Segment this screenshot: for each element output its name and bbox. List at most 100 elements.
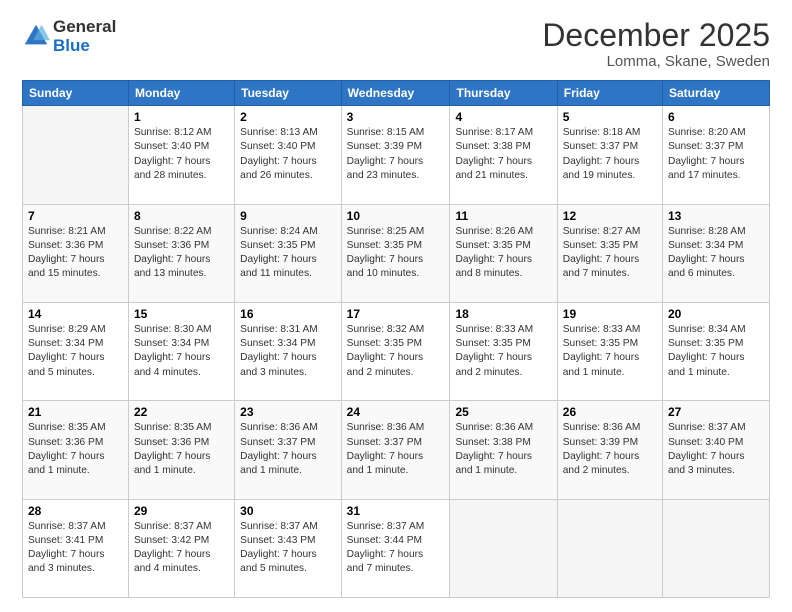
day-info: Sunrise: 8:18 AMSunset: 3:37 PMDaylight:… bbox=[563, 126, 657, 183]
day-info: Sunrise: 8:36 AMSunset: 3:38 PMDaylight:… bbox=[455, 421, 551, 478]
calendar-cell bbox=[23, 106, 129, 204]
calendar-cell: 7Sunrise: 8:21 AMSunset: 3:36 PMDaylight… bbox=[23, 204, 129, 302]
col-wednesday: Wednesday bbox=[341, 81, 450, 106]
day-info: Sunrise: 8:12 AMSunset: 3:40 PMDaylight:… bbox=[134, 126, 229, 183]
day-number: 25 bbox=[455, 405, 551, 419]
calendar-cell: 23 Sunrise: 8:36 AMSunset: 3:37 PMDayligh… bbox=[235, 401, 342, 499]
calendar-cell: 18 Sunrise: 8:33 AMSunset: 3:35 PMDayligh… bbox=[450, 302, 557, 400]
calendar-cell: 3 Sunrise: 8:15 AMSunset: 3:39 PMDaylight… bbox=[341, 106, 450, 204]
day-info: Sunrise: 8:26 AMSunset: 3:35 PMDaylight:… bbox=[455, 225, 551, 282]
day-info: Sunrise: 8:36 AMSunset: 3:39 PMDaylight:… bbox=[563, 421, 657, 478]
col-sunday: Sunday bbox=[23, 81, 129, 106]
calendar-table: Sunday Monday Tuesday Wednesday Thursday… bbox=[22, 80, 770, 598]
day-info: Sunrise: 8:37 AMSunset: 3:44 PMDaylight:… bbox=[347, 520, 445, 577]
logo-blue-text: Blue bbox=[53, 37, 116, 56]
day-info: Sunrise: 8:36 AMSunset: 3:37 PMDaylight:… bbox=[240, 421, 336, 478]
day-info: Sunrise: 8:34 AMSunset: 3:35 PMDaylight:… bbox=[668, 323, 764, 380]
calendar-week-row: 1 Sunrise: 8:12 AMSunset: 3:40 PMDaylight… bbox=[23, 106, 770, 204]
calendar-cell: 16 Sunrise: 8:31 AMSunset: 3:34 PMDayligh… bbox=[235, 302, 342, 400]
calendar-cell: 28Sunrise: 8:37 AMSunset: 3:41 PMDayligh… bbox=[23, 499, 129, 597]
day-info: Sunrise: 8:31 AMSunset: 3:34 PMDaylight:… bbox=[240, 323, 336, 380]
day-number: 9 bbox=[240, 209, 336, 223]
calendar-cell: 1 Sunrise: 8:12 AMSunset: 3:40 PMDaylight… bbox=[128, 106, 234, 204]
day-number: 31 bbox=[347, 504, 445, 518]
logo: General Blue bbox=[22, 18, 116, 55]
day-info: Sunrise: 8:30 AMSunset: 3:34 PMDaylight:… bbox=[134, 323, 229, 380]
day-number: 26 bbox=[563, 405, 657, 419]
day-number: 22 bbox=[134, 405, 229, 419]
calendar-cell: 30 Sunrise: 8:37 AMSunset: 3:43 PMDayligh… bbox=[235, 499, 342, 597]
title-block: December 2025 Lomma, Skane, Sweden bbox=[542, 18, 770, 70]
day-number: 27 bbox=[668, 405, 764, 419]
day-number: 6 bbox=[668, 110, 764, 124]
calendar-cell: 22Sunrise: 8:35 AMSunset: 3:36 PMDayligh… bbox=[128, 401, 234, 499]
day-number: 12 bbox=[563, 209, 657, 223]
calendar-cell: 15 Sunrise: 8:30 AMSunset: 3:34 PMDayligh… bbox=[128, 302, 234, 400]
day-info: Sunrise: 8:37 AMSunset: 3:43 PMDaylight:… bbox=[240, 520, 336, 577]
calendar-cell: 10 Sunrise: 8:25 AMSunset: 3:35 PMDayligh… bbox=[341, 204, 450, 302]
calendar-cell: 29 Sunrise: 8:37 AMSunset: 3:42 PMDayligh… bbox=[128, 499, 234, 597]
logo-icon bbox=[22, 22, 50, 50]
day-number: 29 bbox=[134, 504, 229, 518]
calendar-cell: 19Sunrise: 8:33 AMSunset: 3:35 PMDayligh… bbox=[557, 302, 662, 400]
calendar-cell: 6 Sunrise: 8:20 AMSunset: 3:37 PMDaylight… bbox=[663, 106, 770, 204]
day-info: Sunrise: 8:13 AMSunset: 3:40 PMDaylight:… bbox=[240, 126, 336, 183]
day-number: 15 bbox=[134, 307, 229, 321]
calendar-cell: 12 Sunrise: 8:27 AMSunset: 3:35 PMDayligh… bbox=[557, 204, 662, 302]
day-number: 24 bbox=[347, 405, 445, 419]
day-number: 19 bbox=[563, 307, 657, 321]
calendar-cell: 5 Sunrise: 8:18 AMSunset: 3:37 PMDaylight… bbox=[557, 106, 662, 204]
day-info: Sunrise: 8:22 AMSunset: 3:36 PMDaylight:… bbox=[134, 225, 229, 282]
day-number: 13 bbox=[668, 209, 764, 223]
calendar-cell: 24 Sunrise: 8:36 AMSunset: 3:37 PMDayligh… bbox=[341, 401, 450, 499]
calendar-cell: 4Sunrise: 8:17 AMSunset: 3:38 PMDaylight… bbox=[450, 106, 557, 204]
calendar-header-row: Sunday Monday Tuesday Wednesday Thursday… bbox=[23, 81, 770, 106]
calendar-week-row: 21Sunrise: 8:35 AMSunset: 3:36 PMDayligh… bbox=[23, 401, 770, 499]
day-number: 14 bbox=[28, 307, 123, 321]
day-number: 5 bbox=[563, 110, 657, 124]
day-number: 1 bbox=[134, 110, 229, 124]
day-number: 18 bbox=[455, 307, 551, 321]
calendar-cell: 2Sunrise: 8:13 AMSunset: 3:40 PMDaylight… bbox=[235, 106, 342, 204]
day-number: 4 bbox=[455, 110, 551, 124]
day-number: 23 bbox=[240, 405, 336, 419]
day-number: 20 bbox=[668, 307, 764, 321]
day-info: Sunrise: 8:29 AMSunset: 3:34 PMDaylight:… bbox=[28, 323, 123, 380]
calendar-week-row: 14 Sunrise: 8:29 AMSunset: 3:34 PMDayligh… bbox=[23, 302, 770, 400]
calendar-cell: 9Sunrise: 8:24 AMSunset: 3:35 PMDaylight… bbox=[235, 204, 342, 302]
calendar-cell: 20 Sunrise: 8:34 AMSunset: 3:35 PMDayligh… bbox=[663, 302, 770, 400]
calendar-cell: 21Sunrise: 8:35 AMSunset: 3:36 PMDayligh… bbox=[23, 401, 129, 499]
day-info: Sunrise: 8:32 AMSunset: 3:35 PMDaylight:… bbox=[347, 323, 445, 380]
calendar-cell bbox=[450, 499, 557, 597]
day-info: Sunrise: 8:36 AMSunset: 3:37 PMDaylight:… bbox=[347, 421, 445, 478]
calendar-cell: 31 Sunrise: 8:37 AMSunset: 3:44 PMDayligh… bbox=[341, 499, 450, 597]
day-info: Sunrise: 8:15 AMSunset: 3:39 PMDaylight:… bbox=[347, 126, 445, 183]
col-tuesday: Tuesday bbox=[235, 81, 342, 106]
col-thursday: Thursday bbox=[450, 81, 557, 106]
day-info: Sunrise: 8:27 AMSunset: 3:35 PMDaylight:… bbox=[563, 225, 657, 282]
logo-general-text: General bbox=[53, 18, 116, 37]
day-number: 10 bbox=[347, 209, 445, 223]
day-info: Sunrise: 8:25 AMSunset: 3:35 PMDaylight:… bbox=[347, 225, 445, 282]
calendar-cell: 26 Sunrise: 8:36 AMSunset: 3:39 PMDayligh… bbox=[557, 401, 662, 499]
day-number: 30 bbox=[240, 504, 336, 518]
calendar-cell: 11Sunrise: 8:26 AMSunset: 3:35 PMDayligh… bbox=[450, 204, 557, 302]
day-number: 8 bbox=[134, 209, 229, 223]
day-info: Sunrise: 8:37 AMSunset: 3:42 PMDaylight:… bbox=[134, 520, 229, 577]
day-info: Sunrise: 8:37 AMSunset: 3:40 PMDaylight:… bbox=[668, 421, 764, 478]
logo-text: General Blue bbox=[53, 18, 116, 55]
calendar-week-row: 7Sunrise: 8:21 AMSunset: 3:36 PMDaylight… bbox=[23, 204, 770, 302]
day-info: Sunrise: 8:20 AMSunset: 3:37 PMDaylight:… bbox=[668, 126, 764, 183]
calendar-week-row: 28Sunrise: 8:37 AMSunset: 3:41 PMDayligh… bbox=[23, 499, 770, 597]
day-number: 21 bbox=[28, 405, 123, 419]
calendar-cell bbox=[663, 499, 770, 597]
day-number: 28 bbox=[28, 504, 123, 518]
header: General Blue December 2025 Lomma, Skane,… bbox=[22, 18, 770, 70]
day-info: Sunrise: 8:21 AMSunset: 3:36 PMDaylight:… bbox=[28, 225, 123, 282]
day-info: Sunrise: 8:33 AMSunset: 3:35 PMDaylight:… bbox=[455, 323, 551, 380]
calendar-cell: 13Sunrise: 8:28 AMSunset: 3:34 PMDayligh… bbox=[663, 204, 770, 302]
col-friday: Friday bbox=[557, 81, 662, 106]
day-number: 16 bbox=[240, 307, 336, 321]
calendar-cell: 17Sunrise: 8:32 AMSunset: 3:35 PMDayligh… bbox=[341, 302, 450, 400]
day-number: 3 bbox=[347, 110, 445, 124]
